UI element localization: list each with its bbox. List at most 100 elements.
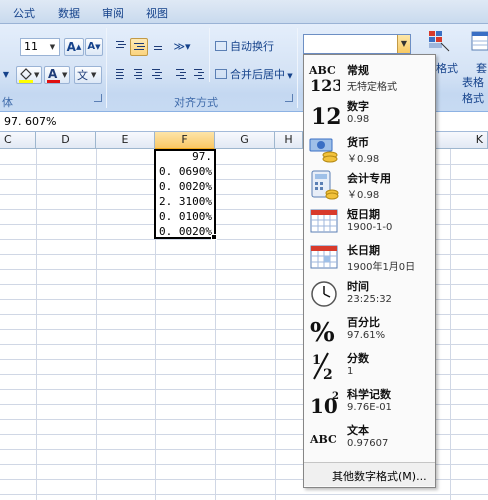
merge-cells-icon <box>215 69 227 79</box>
svg-text:▼: ▼ <box>62 71 68 79</box>
gridline <box>36 149 37 500</box>
fill-color-icon[interactable]: ▼ <box>16 66 42 84</box>
font-size-box[interactable]: 11 ▼ <box>20 38 60 56</box>
column-header-k[interactable]: K <box>436 132 488 149</box>
group-divider <box>209 28 210 82</box>
svg-text:▼: ▼ <box>91 71 97 79</box>
column-header-d[interactable]: D <box>36 132 96 149</box>
conditional-format-icon[interactable] <box>426 28 452 54</box>
svg-text:1: 1 <box>312 353 321 368</box>
format-item-currency[interactable]: 货币 ￥0.98 <box>304 131 435 167</box>
text-format-icon: ABC <box>309 433 337 446</box>
format-name: 分数 <box>347 352 369 365</box>
svg-text:文: 文 <box>77 68 88 82</box>
svg-text:A: A <box>48 67 58 81</box>
format-name: 常规 <box>347 64 369 77</box>
more-number-formats-label: 其他数字格式(M)... <box>332 470 427 483</box>
tab-formulas[interactable]: 公式 <box>13 5 35 21</box>
format-name: 长日期 <box>347 244 380 257</box>
table-format-label-2: 表格格式 <box>462 76 484 105</box>
group-divider <box>106 28 107 108</box>
border-dropdown-icon[interactable]: ▼ <box>0 66 12 84</box>
more-number-formats-button[interactable]: 其他数字格式(M)... <box>304 462 435 486</box>
general-format-icon: ABC 123 <box>308 64 340 93</box>
short-date-icon <box>310 209 338 233</box>
format-sample: 1900年1月0日 <box>347 262 416 273</box>
clock-icon <box>311 281 337 307</box>
merge-center-button[interactable]: 合并后居中 ▼ <box>214 66 294 84</box>
column-header-f[interactable]: F <box>155 132 215 149</box>
align-left-icon[interactable] <box>112 66 128 84</box>
svg-text:ABC: ABC <box>309 433 337 446</box>
align-right-icon[interactable] <box>148 66 164 84</box>
align-center-icon[interactable] <box>130 66 146 84</box>
decrease-indent-icon[interactable] <box>172 66 188 84</box>
number-format-dropdown: ABC 123 常规 无特定格式 12 数字 0.98 货币 ￥0.98 会计专… <box>303 54 436 488</box>
long-date-icon <box>310 245 338 269</box>
format-item-time[interactable]: 时间 23:25:32 <box>304 275 435 311</box>
percent-icon: % <box>310 318 335 345</box>
tab-view[interactable]: 视图 <box>146 5 168 21</box>
format-item-text[interactable]: ABC 文本 0.97607 <box>304 419 435 455</box>
increase-indent-icon[interactable] <box>190 66 206 84</box>
selection-outline <box>154 149 216 239</box>
format-item-general[interactable]: ABC 123 常规 无特定格式 <box>304 59 435 95</box>
svg-text:2: 2 <box>332 391 339 402</box>
wrap-text-label: 自动换行 <box>230 40 274 53</box>
gridline <box>450 149 451 500</box>
chevron-down-icon[interactable]: ▼ <box>47 40 58 54</box>
phonetic-icon[interactable]: 文 ▼ <box>74 66 102 84</box>
svg-text:123: 123 <box>310 76 340 93</box>
format-item-fraction[interactable]: 1 2 分数 1 <box>304 347 435 383</box>
tab-data[interactable]: 数据 <box>58 5 80 21</box>
format-as-table-label: 格式 <box>436 62 458 75</box>
fraction-icon: 1 2 <box>312 352 333 381</box>
align-middle-icon[interactable] <box>130 38 148 56</box>
format-sample: ￥0.98 <box>347 190 380 201</box>
orientation-icon[interactable]: ≫▾ <box>170 38 194 56</box>
alignment-dialog-launcher-icon[interactable] <box>285 94 293 102</box>
format-name: 会计专用 <box>347 172 391 185</box>
formula-bar-value: 97. 607% <box>4 115 57 128</box>
format-item-accounting[interactable]: 会计专用 ￥0.98 <box>304 167 435 203</box>
grow-font-icon[interactable]: A▲ <box>64 38 84 56</box>
merge-center-label: 合并后居中 <box>230 68 285 81</box>
format-sample: 23:25:32 <box>347 294 392 305</box>
align-top-icon[interactable] <box>112 38 128 56</box>
format-sample: 无特定格式 <box>347 82 397 93</box>
column-header-h[interactable]: H <box>275 132 303 149</box>
format-sample: 1900-1-0 <box>347 222 393 233</box>
format-sample: 1 <box>347 366 354 377</box>
wrap-text-icon <box>215 41 227 51</box>
table-format-icon[interactable] <box>470 28 488 54</box>
format-item-short-date[interactable]: 短日期 1900-1-0 <box>304 203 435 239</box>
format-item-long-date[interactable]: 长日期 1900年1月0日 <box>304 239 435 275</box>
tab-review[interactable]: 审阅 <box>102 5 124 21</box>
svg-text:2: 2 <box>323 367 333 381</box>
number-format-icon: 12 <box>311 104 340 129</box>
column-header-c[interactable]: C <box>0 132 36 149</box>
font-dialog-launcher-icon[interactable] <box>94 94 102 102</box>
font-size-value: 11 <box>24 40 38 53</box>
fill-handle[interactable] <box>211 234 217 240</box>
format-name: 短日期 <box>347 208 380 221</box>
column-header-g[interactable]: G <box>215 132 275 149</box>
format-sample: 9.76E-01 <box>347 402 392 413</box>
format-item-scientific[interactable]: 10 2 科学记数 9.76E-01 <box>304 383 435 419</box>
format-name: 科学记数 <box>347 388 391 401</box>
wrap-text-button[interactable]: 自动换行 <box>214 38 280 56</box>
format-item-number[interactable]: 12 数字 0.98 <box>304 95 435 131</box>
chevron-down-icon[interactable]: ▼ <box>397 35 410 53</box>
svg-text:▼: ▼ <box>34 71 40 79</box>
svg-text:12: 12 <box>311 104 340 129</box>
number-format-combo[interactable]: ▼ <box>303 34 411 54</box>
format-item-percentage[interactable]: % 百分比 97.61% <box>304 311 435 347</box>
format-name: 数字 <box>347 100 369 113</box>
font-color-icon[interactable]: A ▼ <box>44 66 70 84</box>
font-group-label: 体 <box>2 96 13 109</box>
format-sample: ￥0.98 <box>347 154 380 165</box>
column-header-e[interactable]: E <box>96 132 155 149</box>
scientific-icon: 10 2 <box>310 391 339 417</box>
shrink-font-icon[interactable]: A▼ <box>85 38 103 56</box>
align-bottom-icon[interactable] <box>150 38 166 56</box>
